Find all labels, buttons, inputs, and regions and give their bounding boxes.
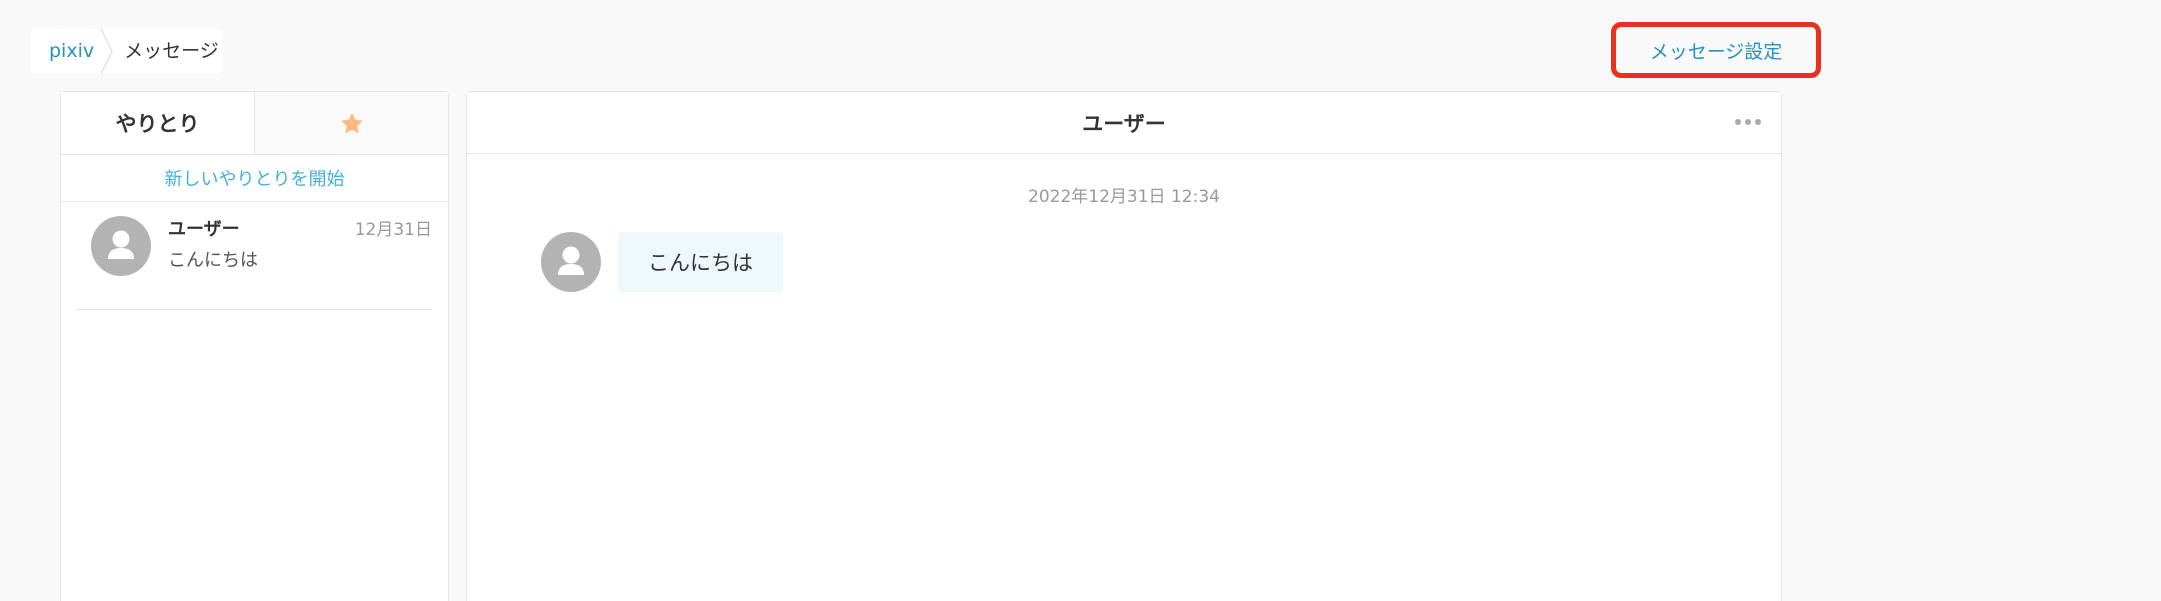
avatar bbox=[91, 216, 151, 276]
message-thread-panel: ユーザー 2022年12月31日 12:34 こんにちは bbox=[466, 91, 1782, 601]
conversation-list-panel: やりとり 新しいやりとりを開始 ユーザー 12月31日 こんにちは bbox=[60, 91, 449, 601]
user-icon bbox=[558, 246, 584, 275]
tab-conversations[interactable]: やりとり bbox=[61, 92, 254, 154]
message-settings-link[interactable]: メッセージ設定 bbox=[1611, 22, 1821, 78]
breadcrumb-home-link[interactable]: pixiv bbox=[30, 29, 94, 74]
messages-page: pixiv メッセージ メッセージ設定 やりとり 新しいやりとりを開始 ユーザー… bbox=[0, 0, 2161, 601]
star-icon bbox=[340, 112, 363, 133]
thread-title: ユーザー bbox=[1082, 111, 1166, 136]
message-timestamp: 2022年12月31日 12:34 bbox=[1028, 187, 1220, 207]
breadcrumb-current: メッセージ bbox=[124, 40, 219, 62]
message-bubble: こんにちは bbox=[618, 232, 783, 292]
thread-header: ユーザー bbox=[467, 92, 1781, 154]
conversation-item[interactable]: ユーザー 12月31日 こんにちは bbox=[77, 202, 432, 310]
conversation-preview: こんにちは bbox=[168, 250, 258, 271]
more-options-icon[interactable] bbox=[1733, 110, 1763, 134]
conversation-name: ユーザー bbox=[168, 219, 240, 240]
start-new-conversation-link[interactable]: 新しいやりとりを開始 bbox=[61, 155, 448, 202]
avatar bbox=[541, 232, 601, 292]
user-icon bbox=[108, 230, 134, 259]
conversation-date: 12月31日 bbox=[354, 220, 432, 240]
breadcrumb: pixiv メッセージ bbox=[30, 29, 223, 74]
breadcrumb-separator-icon bbox=[100, 29, 113, 74]
conversation-tabs: やりとり bbox=[61, 92, 448, 155]
tab-starred[interactable] bbox=[254, 92, 448, 154]
